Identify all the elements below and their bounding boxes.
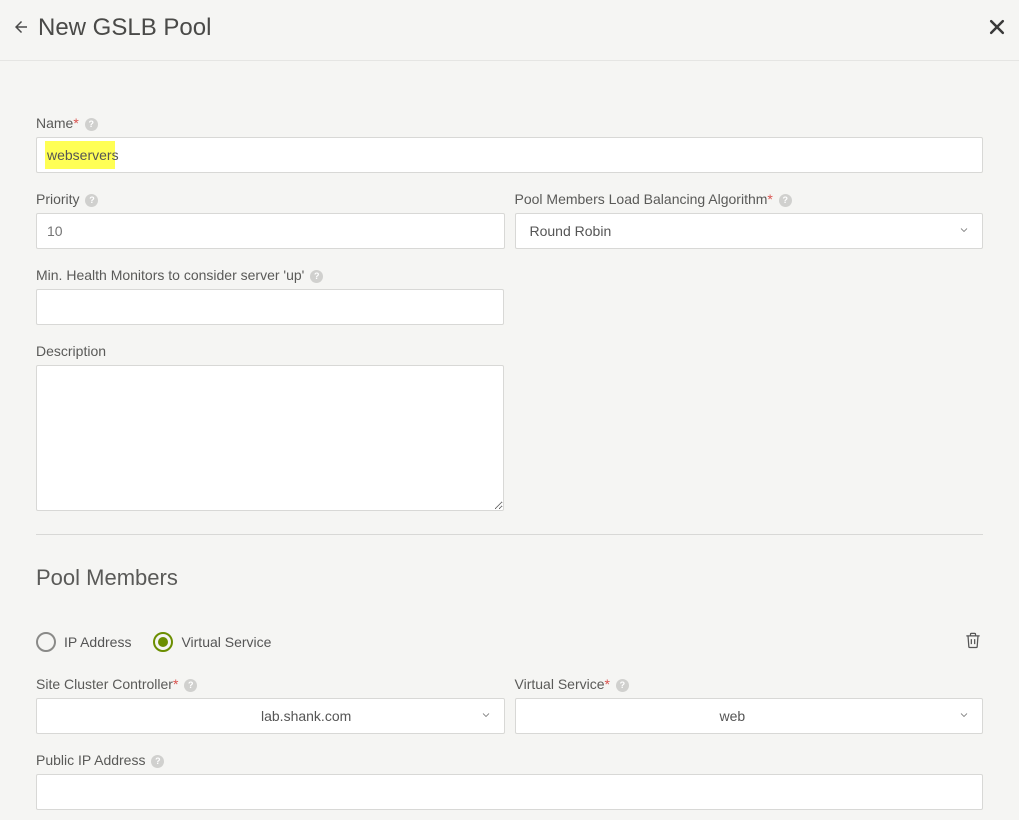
virtual-service-select[interactable]: web bbox=[515, 698, 984, 734]
algorithm-value: Round Robin bbox=[526, 223, 959, 239]
required-asterisk: * bbox=[767, 191, 772, 207]
radio-virtual-service[interactable]: Virtual Service bbox=[153, 632, 271, 652]
virtual-service-label: Virtual Service* ? bbox=[515, 676, 984, 692]
chevron-down-icon bbox=[958, 223, 970, 239]
help-icon[interactable]: ? bbox=[85, 194, 98, 207]
radio-ip-address[interactable]: IP Address bbox=[36, 632, 131, 652]
site-controller-label-text: Site Cluster Controller bbox=[36, 676, 173, 692]
form-content: Name* ? Priority ? Pool Members Load Bal… bbox=[0, 61, 1019, 820]
algorithm-label-text: Pool Members Load Balancing Algorithm bbox=[515, 191, 768, 207]
help-icon[interactable]: ? bbox=[85, 118, 98, 131]
pool-member-type-row: IP Address Virtual Service bbox=[36, 629, 983, 654]
chevron-down-icon bbox=[480, 708, 492, 724]
help-icon[interactable]: ? bbox=[184, 679, 197, 692]
radio-inner bbox=[158, 637, 168, 647]
site-controller-select[interactable]: lab.shank.com bbox=[36, 698, 505, 734]
back-icon[interactable] bbox=[12, 18, 30, 39]
public-ip-input[interactable] bbox=[36, 774, 983, 810]
name-input-wrapper bbox=[36, 137, 983, 173]
radio-outer bbox=[36, 632, 56, 652]
pool-members-title: Pool Members bbox=[36, 565, 983, 591]
chevron-down-icon bbox=[958, 708, 970, 724]
radio-ip-label: IP Address bbox=[64, 634, 131, 650]
priority-input[interactable] bbox=[36, 213, 505, 249]
page-title: New GSLB Pool bbox=[38, 14, 211, 42]
close-icon[interactable] bbox=[987, 17, 1007, 40]
algorithm-select[interactable]: Round Robin bbox=[515, 213, 984, 249]
description-label: Description bbox=[36, 343, 504, 359]
public-ip-label-text: Public IP Address bbox=[36, 752, 145, 768]
member-type-radio-group: IP Address Virtual Service bbox=[36, 632, 271, 652]
name-label: Name* ? bbox=[36, 115, 983, 131]
min-health-input[interactable] bbox=[36, 289, 504, 325]
min-health-label-text: Min. Health Monitors to consider server … bbox=[36, 267, 304, 283]
virtual-service-label-text: Virtual Service bbox=[515, 676, 605, 692]
header-left: New GSLB Pool bbox=[12, 14, 211, 42]
required-asterisk: * bbox=[605, 676, 610, 692]
help-icon[interactable]: ? bbox=[151, 755, 164, 768]
name-label-text: Name bbox=[36, 115, 73, 131]
help-icon[interactable]: ? bbox=[310, 270, 323, 283]
radio-vs-label: Virtual Service bbox=[181, 634, 271, 650]
required-asterisk: * bbox=[173, 676, 178, 692]
name-input[interactable] bbox=[37, 138, 982, 172]
priority-label-text: Priority bbox=[36, 191, 80, 207]
modal-header: New GSLB Pool bbox=[0, 0, 1019, 61]
radio-outer bbox=[153, 632, 173, 652]
trash-icon[interactable] bbox=[963, 629, 983, 654]
description-textarea[interactable] bbox=[36, 365, 504, 511]
min-health-label: Min. Health Monitors to consider server … bbox=[36, 267, 504, 283]
help-icon[interactable]: ? bbox=[779, 194, 792, 207]
description-label-text: Description bbox=[36, 343, 106, 359]
algorithm-label: Pool Members Load Balancing Algorithm* ? bbox=[515, 191, 984, 207]
virtual-service-value: web bbox=[716, 708, 959, 724]
site-controller-label: Site Cluster Controller* ? bbox=[36, 676, 505, 692]
site-controller-value: lab.shank.com bbox=[257, 708, 480, 724]
priority-label: Priority ? bbox=[36, 191, 505, 207]
public-ip-label: Public IP Address ? bbox=[36, 752, 983, 768]
help-icon[interactable]: ? bbox=[616, 679, 629, 692]
divider bbox=[36, 534, 983, 535]
required-asterisk: * bbox=[73, 115, 78, 131]
